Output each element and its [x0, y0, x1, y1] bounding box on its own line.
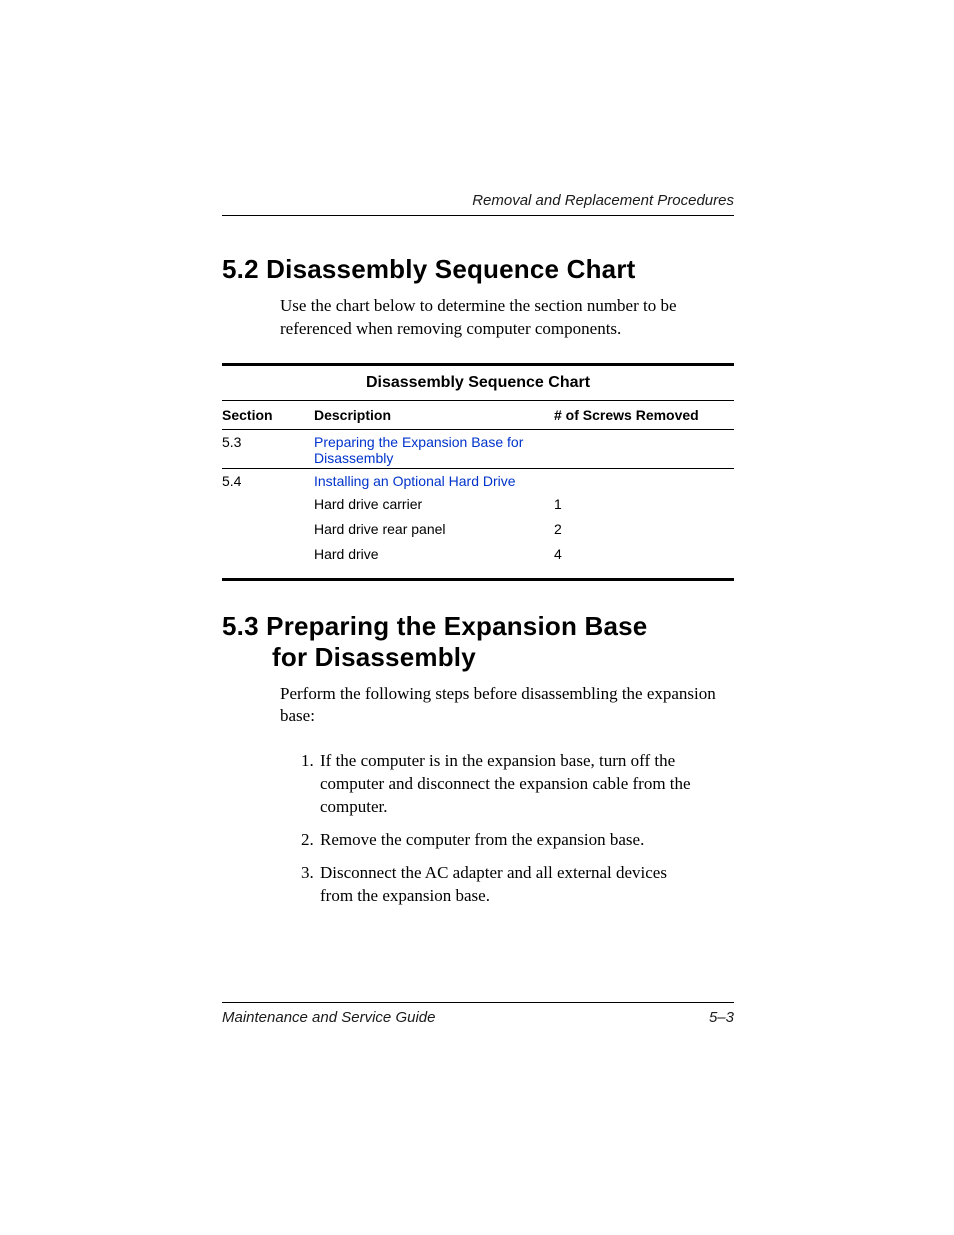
table-body-2: 5.4 Installing an Optional Hard Drive Ha… [222, 469, 734, 578]
sub-label: Hard drive carrier [314, 491, 554, 516]
heading-5-3-line1: 5.3 Preparing the Expansion Base [222, 611, 647, 641]
table-row: 5.4 Installing an Optional Hard Drive [222, 469, 734, 491]
table-header-row: Section Description # of Screws Removed [222, 401, 734, 429]
cell-screws [554, 430, 734, 468]
col-screws: # of Screws Removed [554, 401, 734, 429]
list-item: Remove the computer from the expansion b… [318, 829, 698, 852]
running-header: Removal and Replacement Procedures [222, 192, 734, 209]
link-installing-optional-hard-drive[interactable]: Installing an Optional Hard Drive [314, 473, 516, 489]
footer-rule [222, 1002, 734, 1003]
sub-screws: 1 [554, 491, 734, 516]
sub-screws: 4 [554, 541, 734, 566]
list-item: If the computer is in the expansion base… [318, 750, 698, 819]
heading-5-3: 5.3 Preparing the Expansion Base for Dis… [222, 611, 734, 673]
footer-title: Maintenance and Service Guide [222, 1009, 435, 1026]
page-body: Removal and Replacement Procedures 5.2 D… [222, 192, 734, 918]
table: Section Description # of Screws Removed [222, 401, 734, 429]
header-rule [222, 215, 734, 216]
intro-5-2: Use the chart below to determine the sec… [280, 295, 734, 341]
table-bottom-rule [222, 578, 734, 581]
cell-screws [554, 469, 734, 491]
cell-description: Preparing the Expansion Base for Disasse… [314, 430, 554, 468]
heading-5-2: 5.2 Disassembly Sequence Chart [222, 254, 734, 285]
intro-5-3: Perform the following steps before disas… [280, 683, 734, 729]
table-subrow: Hard drive carrier 1 [222, 491, 734, 516]
cell-description: Installing an Optional Hard Drive [314, 469, 554, 491]
table-row: 5.3 Preparing the Expansion Base for Dis… [222, 430, 734, 468]
heading-5-3-line2: for Disassembly [272, 642, 734, 673]
table-title: Disassembly Sequence Chart [222, 366, 734, 400]
list-item: Disconnect the AC adapter and all extern… [318, 862, 698, 908]
sub-screws: 2 [554, 516, 734, 541]
table-body: 5.3 Preparing the Expansion Base for Dis… [222, 430, 734, 468]
col-description: Description [314, 401, 554, 429]
cell-section: 5.4 [222, 469, 314, 491]
steps-list: If the computer is in the expansion base… [300, 750, 734, 908]
table-subrow: Hard drive rear panel 2 [222, 516, 734, 541]
col-section: Section [222, 401, 314, 429]
page-number: 5–3 [709, 1009, 734, 1026]
page-footer: Maintenance and Service Guide 5–3 [222, 1002, 734, 1026]
sub-label: Hard drive [314, 541, 554, 566]
cell-section: 5.3 [222, 430, 314, 468]
table-subrow: Hard drive 4 [222, 541, 734, 566]
link-preparing-expansion-base[interactable]: Preparing the Expansion Base for Disasse… [314, 434, 523, 466]
disassembly-table: Disassembly Sequence Chart Section Descr… [222, 363, 734, 581]
sub-label: Hard drive rear panel [314, 516, 554, 541]
